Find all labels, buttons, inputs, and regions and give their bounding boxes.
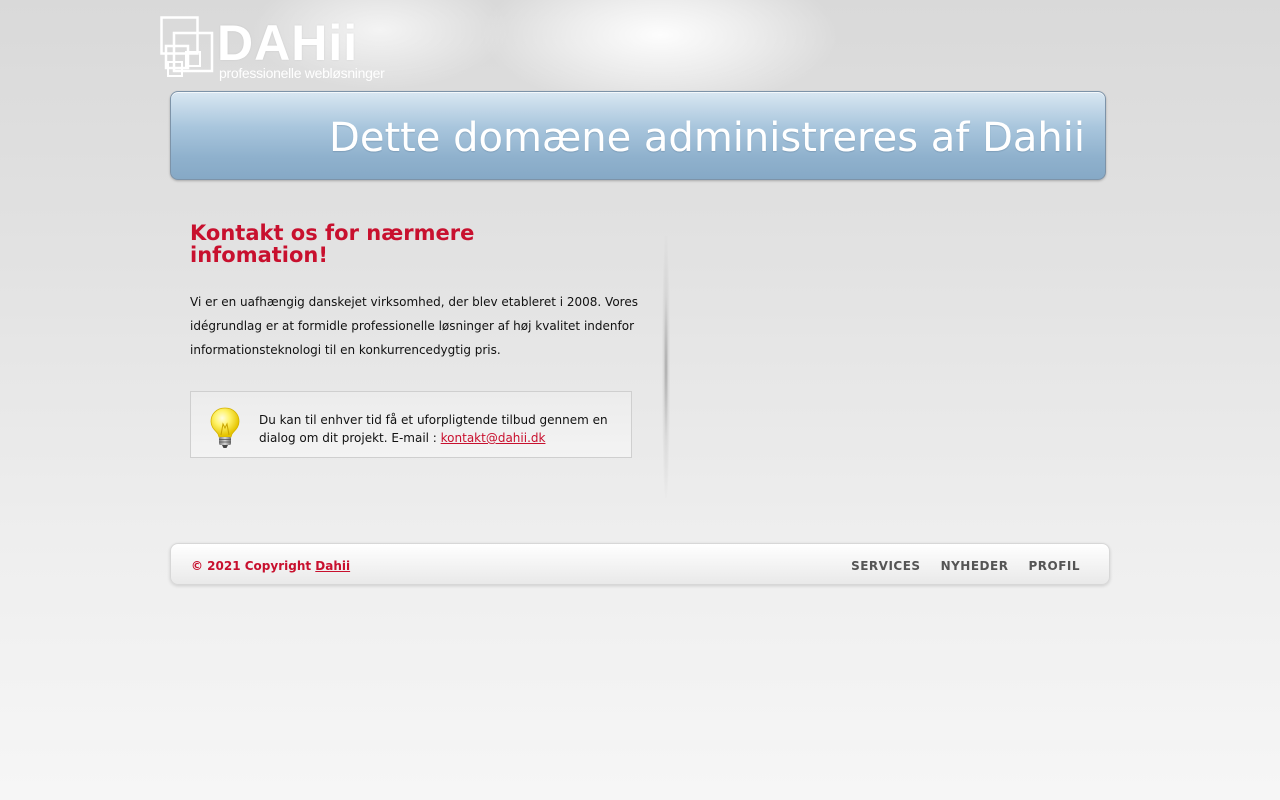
banner-title: Dette domæne administreres af Dahii xyxy=(329,115,1085,161)
company-description: Vi er en uafhængig danskejet virksomhed,… xyxy=(190,295,638,357)
footer: © 2021 Copyright Dahii SERVICES NYHEDER … xyxy=(170,543,1110,585)
copyright-dahii-link[interactable]: Dahii xyxy=(315,559,350,573)
logo-tagline: professionelle webløsninger xyxy=(219,65,385,81)
header-banner: Dette domæne administreres af Dahii xyxy=(170,91,1106,180)
footer-nav-services[interactable]: SERVICES xyxy=(851,558,920,574)
copyright: © 2021 Copyright Dahii xyxy=(191,558,350,574)
logo[interactable]: DAHii professionelle webløsninger xyxy=(160,16,400,86)
vertical-divider xyxy=(662,236,670,498)
footer-nav-profil[interactable]: PROFIL xyxy=(1028,558,1080,574)
contact-email-link[interactable]: kontakt@dahii.dk xyxy=(441,431,546,445)
main-content: Kontakt os for nærmere infomation! Vi er… xyxy=(190,222,650,362)
offer-info-box: Du kan til enhver tid få et uforpligtend… xyxy=(190,391,632,458)
overlapping-squares-icon xyxy=(160,16,214,77)
contact-heading: Kontakt os for nærmere infomation! xyxy=(190,221,475,267)
logo-wordmark: DAHii xyxy=(217,15,359,71)
copyright-text: © 2021 Copyright xyxy=(191,559,316,573)
footer-nav: SERVICES NYHEDER PROFIL xyxy=(851,558,1080,574)
offer-text: Du kan til enhver tid få et uforpligtend… xyxy=(259,413,608,445)
lightbulb-icon xyxy=(210,407,240,448)
footer-nav-nyheder[interactable]: NYHEDER xyxy=(941,558,1009,574)
offer-info-text: Du kan til enhver tid få et uforpligtend… xyxy=(259,411,619,447)
